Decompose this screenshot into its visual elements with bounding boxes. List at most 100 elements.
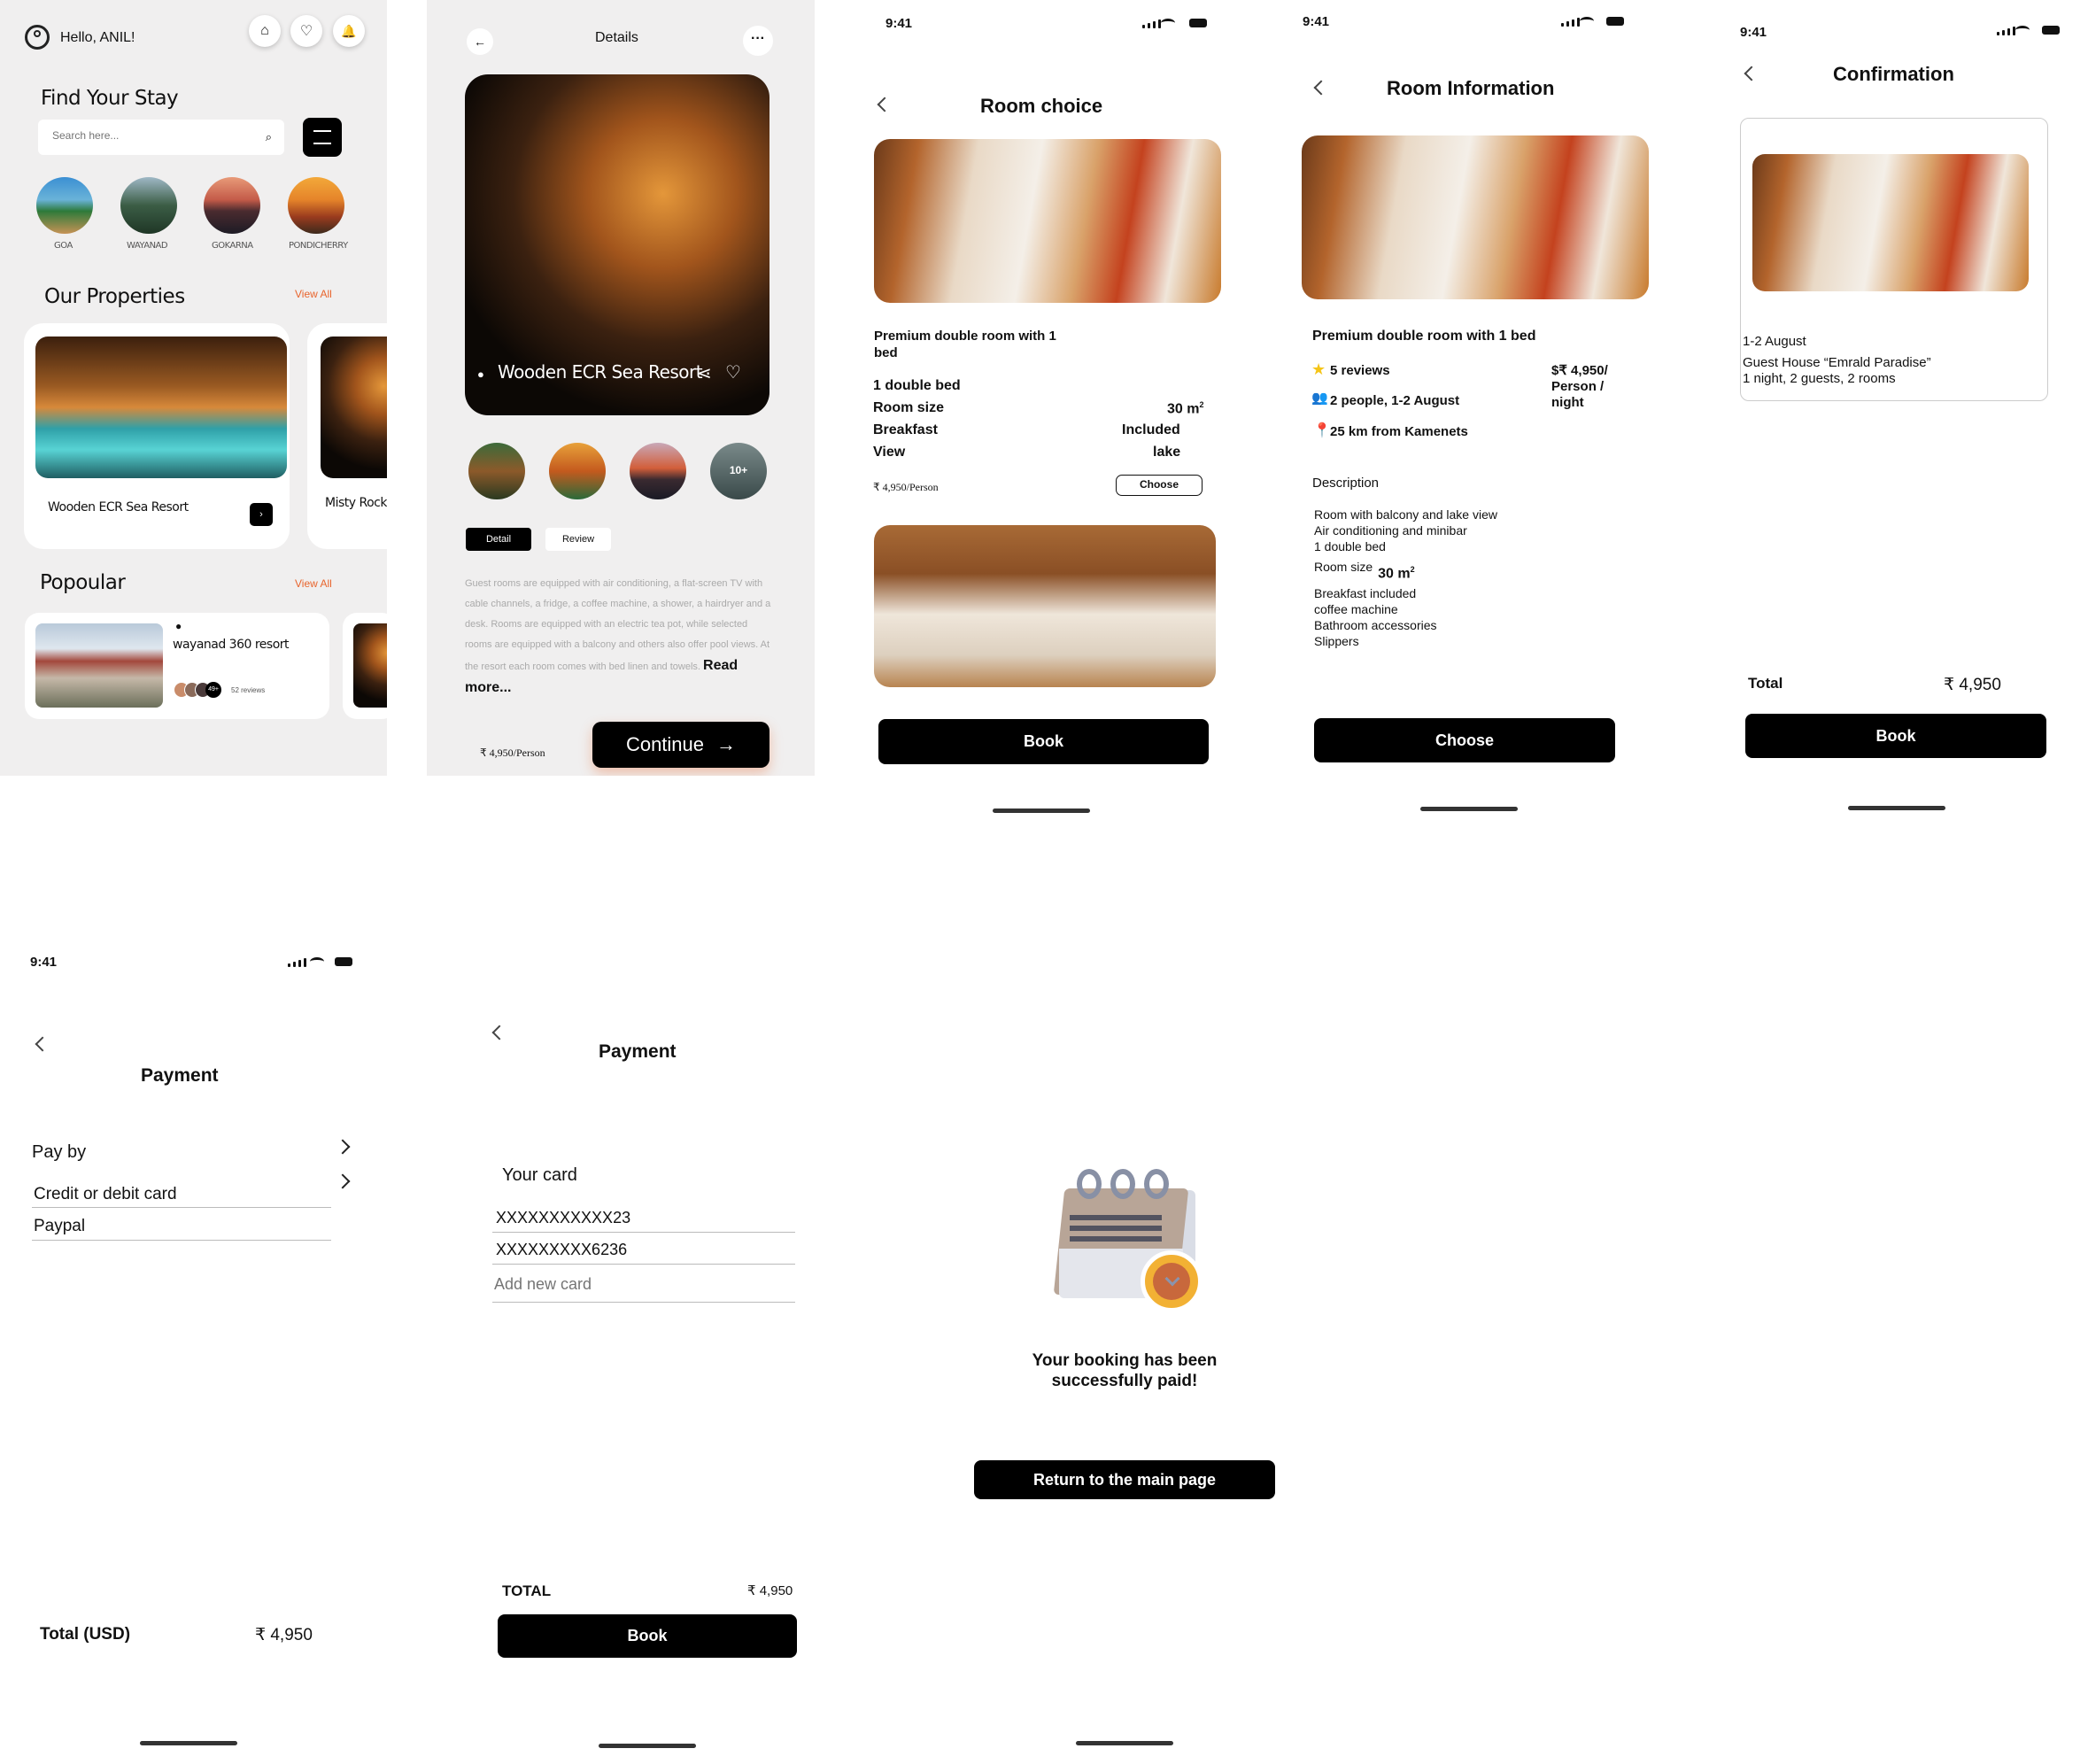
room-size-row: Room size 30 m2 <box>1314 554 1497 581</box>
reviews-count: 5 reviews <box>1330 363 1390 378</box>
book-button[interactable]: Book <box>498 1614 797 1658</box>
signal-icon <box>288 958 306 967</box>
total-label: Total <box>1748 675 1783 692</box>
popular-card[interactable] <box>343 613 387 719</box>
wifi-icon <box>2015 26 2030 35</box>
price-line: $₹ 4,950/ <box>1551 363 1608 378</box>
room-name: Premium double room with 1 bed <box>1312 329 1536 344</box>
booking-summary-card: 1-2 August Guest House “Emrald Paradise”… <box>1740 118 2048 401</box>
bed-info: 1 double bed <box>873 378 961 393</box>
destination-label: PONDICHERRY <box>289 241 348 251</box>
status-time: 9:41 <box>1740 25 1767 40</box>
popular-card[interactable]: ● wayanad 360 resort 49+ 52 reviews <box>25 613 329 719</box>
room-size-value: 30 m2 <box>1167 400 1203 417</box>
battery-icon <box>335 957 352 966</box>
arrow-right-icon: → <box>716 733 737 755</box>
heart-icon[interactable]: ♡ <box>725 361 741 383</box>
feature-item: coffee machine <box>1314 602 1398 617</box>
back-arrow-icon[interactable] <box>35 1036 50 1052</box>
feature-item: 1 double bed <box>1314 539 1386 553</box>
home-icon[interactable]: ⌂ <box>249 15 281 47</box>
search-input[interactable] <box>52 129 247 142</box>
choose-button[interactable]: Choose <box>1116 475 1203 496</box>
gallery-thumbnail[interactable] <box>630 443 686 499</box>
payment-option-card[interactable]: Credit or debit card <box>34 1185 177 1204</box>
page-title: Details <box>595 30 638 45</box>
wifi-icon <box>310 957 324 966</box>
home-indicator <box>1420 807 1518 811</box>
profile-icon[interactable] <box>25 25 50 50</box>
share-icon[interactable]: ⋖ <box>697 362 712 384</box>
heart-icon[interactable]: ♡ <box>290 15 322 47</box>
feature-item: Breakfast included <box>1314 586 1417 601</box>
room-image <box>874 139 1221 303</box>
bell-icon[interactable]: 🔔 <box>333 15 365 47</box>
section-title: Our Properties <box>44 285 185 308</box>
chevron-right-icon[interactable] <box>335 1173 351 1189</box>
breakfast-value: Included <box>1122 422 1180 437</box>
gallery-thumbnail[interactable] <box>549 443 606 499</box>
back-arrow-icon[interactable] <box>877 97 893 112</box>
book-button[interactable]: Book <box>878 719 1209 764</box>
resort-hero-image: ● Wooden ECR Sea Resort ⋖ ♡ <box>465 74 769 415</box>
property-card[interactable]: Wooden ECR Sea Resort › <box>24 323 290 549</box>
home-indicator <box>993 808 1090 813</box>
view-label: View <box>873 445 906 460</box>
location-pin-icon: 📍 <box>1313 423 1331 438</box>
status-time: 9:41 <box>885 16 913 31</box>
home-screen: Hello, ANIL! ⌂ ♡ 🔔 Find Your Stay ⌕ GOA … <box>0 0 387 776</box>
people-icon: 👥 <box>1311 391 1328 406</box>
stay-summary: 1 night, 2 guests, 2 rooms <box>1743 371 1896 386</box>
filter-button[interactable] <box>303 118 342 157</box>
destination-pondicherry-image[interactable] <box>288 177 344 234</box>
choose-button[interactable]: Choose <box>1314 718 1615 762</box>
tab-detail[interactable]: Detail <box>466 528 531 551</box>
star-icon: ★ <box>1311 360 1326 378</box>
destination-wayanad-image[interactable] <box>120 177 177 234</box>
status-time: 9:41 <box>30 955 58 970</box>
back-arrow-icon[interactable] <box>1744 66 1759 81</box>
price-per-night: $₹ 4,950/ Person / night <box>1551 363 1608 411</box>
view-all-link[interactable]: View All <box>295 577 332 590</box>
return-main-page-button[interactable]: Return to the main page <box>974 1460 1275 1499</box>
gallery-thumbnail[interactable] <box>468 443 525 499</box>
tab-review[interactable]: Review <box>545 528 611 551</box>
payment-option-paypal[interactable]: Paypal <box>34 1217 85 1236</box>
search-icon[interactable]: ⌕ <box>266 130 272 144</box>
back-arrow-icon[interactable] <box>491 1025 507 1041</box>
resort-description: Guest rooms are equipped with air condit… <box>465 574 773 700</box>
divider <box>32 1240 331 1241</box>
price-line: night <box>1551 395 1584 410</box>
destination-label: GOA <box>54 241 73 251</box>
room-size-label: Room size <box>873 400 945 415</box>
add-card-input[interactable] <box>494 1275 786 1294</box>
back-arrow-icon[interactable] <box>1313 80 1329 96</box>
chevron-right-icon[interactable] <box>335 1139 351 1155</box>
view-value: lake <box>1153 445 1181 460</box>
property-name: Misty Rock F <box>325 496 387 510</box>
feature-item: Air conditioning and minibar <box>1314 523 1467 538</box>
price: ₹ 4,950/Person <box>480 747 545 759</box>
gallery-more-thumbnail[interactable]: 10+ <box>710 443 767 499</box>
book-button[interactable]: Book <box>1745 714 2046 758</box>
saved-card[interactable]: XXXXXXXXXXX23 <box>496 1209 630 1227</box>
property-card[interactable]: Misty Rock F <box>307 323 387 549</box>
destination-label: WAYANAD <box>127 241 168 251</box>
success-line: Your booking has been <box>1032 1351 1218 1370</box>
popular-image <box>35 623 163 708</box>
distance: 25 km from Kamenets <box>1330 424 1468 439</box>
more-photos-count: 10+ <box>729 464 748 476</box>
feature-item: Bathroom accessories <box>1314 618 1437 633</box>
open-property-button[interactable]: › <box>250 503 273 526</box>
back-button[interactable]: ← <box>467 28 493 55</box>
more-options-button[interactable]: ··· <box>743 26 773 56</box>
room-choice-screen: 9:41 Room choice Premium double room wit… <box>855 0 1242 832</box>
destination-goa-image[interactable] <box>36 177 93 234</box>
destination-gokarna-image[interactable] <box>204 177 260 234</box>
room-size-label: Room size <box>1314 560 1373 575</box>
continue-button[interactable]: Continue → <box>592 722 769 768</box>
saved-card[interactable]: XXXXXXXXX6236 <box>496 1241 627 1259</box>
search-box[interactable]: ⌕ <box>38 120 284 155</box>
review-count: 52 reviews <box>231 686 266 694</box>
view-all-link[interactable]: View All <box>295 288 332 300</box>
